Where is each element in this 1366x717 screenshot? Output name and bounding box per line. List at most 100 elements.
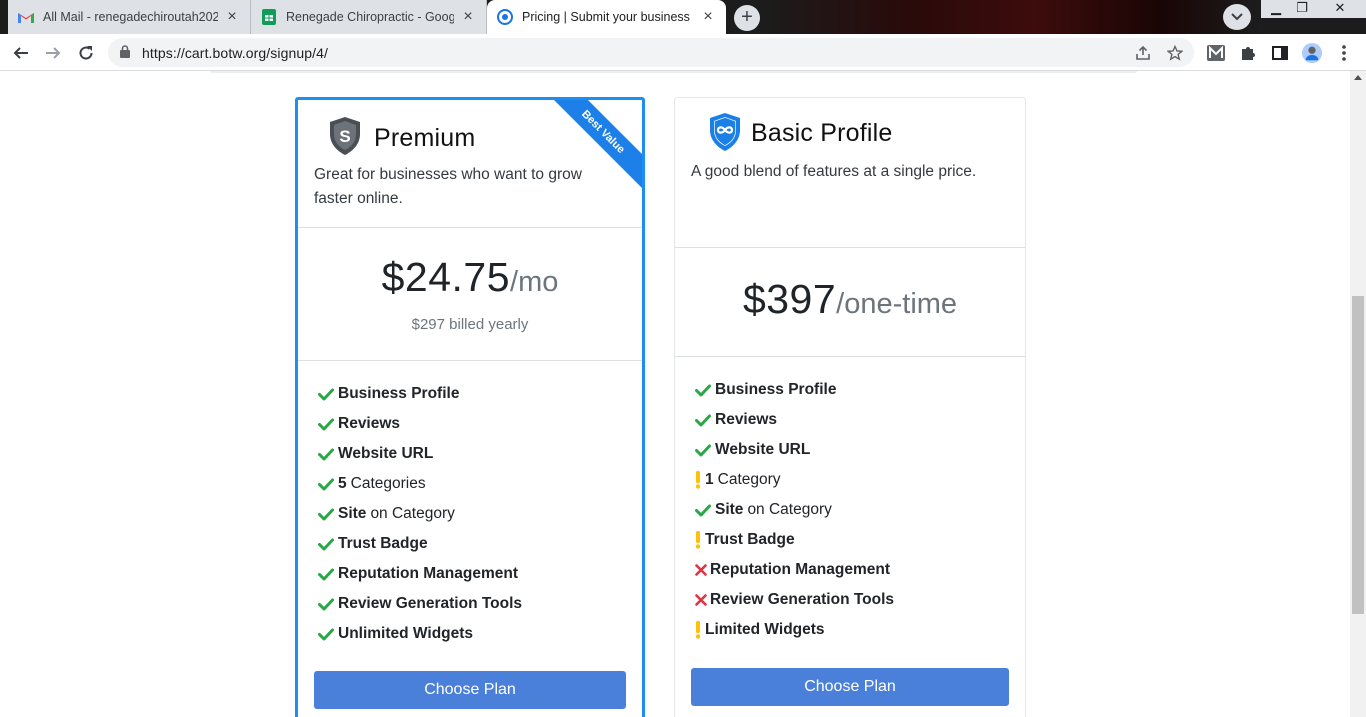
close-tab-icon[interactable]: × — [224, 8, 240, 26]
check-icon — [695, 504, 715, 517]
warning-icon — [695, 621, 705, 639]
feature-emphasis: Site — [338, 505, 367, 522]
lock-icon — [120, 45, 130, 63]
gmail-icon — [18, 9, 34, 25]
feature-label: Unlimited Widgets — [338, 625, 474, 642]
scroll-up-arrow-icon[interactable] — [1354, 75, 1362, 80]
feature-item: Reviews — [695, 405, 894, 435]
choose-plan-button[interactable]: Choose Plan — [691, 668, 1009, 706]
scrollbar-thumb[interactable] — [1352, 296, 1364, 614]
premium-plan-card: Best Value S Premium Great for businesse… — [295, 97, 645, 717]
feature-emphasis: 5 — [338, 475, 347, 492]
feature-label: Business Profile — [715, 381, 837, 398]
m-extension-icon[interactable] — [1206, 43, 1226, 63]
check-icon — [318, 388, 338, 401]
check-icon — [318, 538, 338, 551]
forward-button[interactable] — [40, 40, 66, 66]
check-icon — [318, 448, 338, 461]
tab-search-button[interactable] — [1223, 4, 1251, 30]
feature-label: Categories — [350, 475, 426, 492]
billing-note: $297 billed yearly — [411, 316, 529, 333]
warning-icon — [695, 531, 705, 549]
price-amount: $24.75 — [381, 254, 511, 300]
close-tab-icon[interactable]: × — [460, 8, 476, 26]
feature-label: Reviews — [715, 411, 778, 428]
feature-item: Site on Category — [695, 495, 894, 525]
close-tab-icon[interactable]: × — [700, 8, 716, 26]
address-bar[interactable]: https://cart.botw.org/signup/4/ — [108, 38, 1194, 67]
check-icon — [318, 568, 338, 581]
shield-infinity-icon — [708, 112, 742, 157]
bookmark-star-icon[interactable] — [1166, 44, 1184, 62]
plan-description: A good blend of features at a single pri… — [691, 163, 977, 180]
tab-pricing[interactable]: Pricing | Submit your business × — [487, 0, 726, 34]
tab-title: Pricing | Submit your business — [522, 10, 690, 24]
feature-item: Reviews — [318, 409, 522, 439]
feature-item: 5 Categories — [318, 469, 522, 499]
side-panel-icon[interactable] — [1270, 43, 1290, 63]
feature-item: Business Profile — [695, 375, 894, 405]
feature-item: Website URL — [318, 439, 522, 469]
check-icon — [318, 508, 338, 521]
feature-emphasis: Site — [715, 501, 744, 518]
feature-list: Business Profile Reviews Website URL 1 Categ… — [695, 375, 894, 645]
check-icon — [695, 384, 715, 397]
chevron-down-icon — [1231, 13, 1243, 21]
feature-label: Review Generation Tools — [338, 595, 523, 612]
vertical-scrollbar[interactable] — [1350, 71, 1366, 717]
header-bottom-edge — [210, 71, 1137, 73]
feature-label: Website URL — [715, 441, 811, 458]
feature-item: Review Generation Tools — [695, 585, 894, 615]
plan-price: $24.75/mo — [298, 254, 642, 301]
check-icon — [695, 414, 715, 427]
new-tab-button[interactable]: + — [734, 5, 760, 31]
feature-item: Limited Widgets — [695, 615, 894, 645]
tab-strip: All Mail - renegadechiroutah2023 × Reneg… — [0, 0, 1366, 34]
back-button[interactable] — [8, 40, 34, 66]
cross-icon — [695, 594, 710, 606]
feature-item: Review Generation Tools — [318, 589, 522, 619]
feature-item: Trust Badge — [318, 529, 522, 559]
divider — [298, 227, 642, 228]
feature-label: Reputation Management — [338, 565, 518, 582]
feature-label: Reviews — [338, 415, 401, 432]
basic-plan-card: Basic Profile A good blend of features a… — [674, 97, 1026, 717]
arrow-left-icon — [13, 47, 28, 59]
tabstrip-background — [760, 0, 1260, 34]
reload-icon — [79, 46, 93, 60]
tab-gmail[interactable]: All Mail - renegadechiroutah2023 × — [8, 0, 251, 34]
feature-item: Reputation Management — [318, 559, 522, 589]
check-icon — [318, 598, 338, 611]
share-icon[interactable] — [1134, 44, 1152, 62]
restore-button[interactable]: ❐ — [1287, 0, 1317, 18]
profile-avatar[interactable] — [1302, 43, 1322, 63]
feature-item: Trust Badge — [695, 525, 894, 555]
extensions-puzzle-icon[interactable] — [1238, 43, 1258, 63]
tab-title: All Mail - renegadechiroutah2023 — [43, 10, 218, 24]
plan-description: Great for businesses who want to grow fa… — [314, 166, 582, 207]
tab-sheets[interactable]: Renegade Chiropractic - Google × — [251, 0, 487, 34]
feature-item: Website URL — [695, 435, 894, 465]
feature-label: on Category — [370, 505, 455, 522]
shield-s-icon: S — [328, 116, 362, 161]
feature-label: on Category — [747, 501, 832, 518]
plan-price: $397/one-time — [675, 276, 1025, 323]
divider — [675, 247, 1025, 248]
divider — [298, 360, 642, 361]
price-period: /mo — [510, 266, 559, 298]
feature-item: Business Profile — [318, 379, 522, 409]
choose-plan-button[interactable]: Choose Plan — [314, 671, 626, 709]
browser-toolbar: https://cart.botw.org/signup/4/ — [0, 34, 1366, 71]
feature-label: Reputation Management — [710, 561, 890, 578]
chrome-menu-icon[interactable] — [1334, 43, 1354, 63]
feature-label: Business Profile — [338, 385, 460, 402]
reload-button[interactable] — [73, 40, 99, 66]
feature-label: Category — [717, 471, 781, 488]
check-icon — [318, 478, 338, 491]
plan-title: Basic Profile — [751, 119, 893, 147]
price-amount: $397 — [742, 276, 837, 322]
feature-item: Site on Category — [318, 499, 522, 529]
close-window-button[interactable]: ✕ — [1314, 0, 1366, 18]
divider — [675, 356, 1025, 357]
botw-icon — [497, 9, 513, 25]
